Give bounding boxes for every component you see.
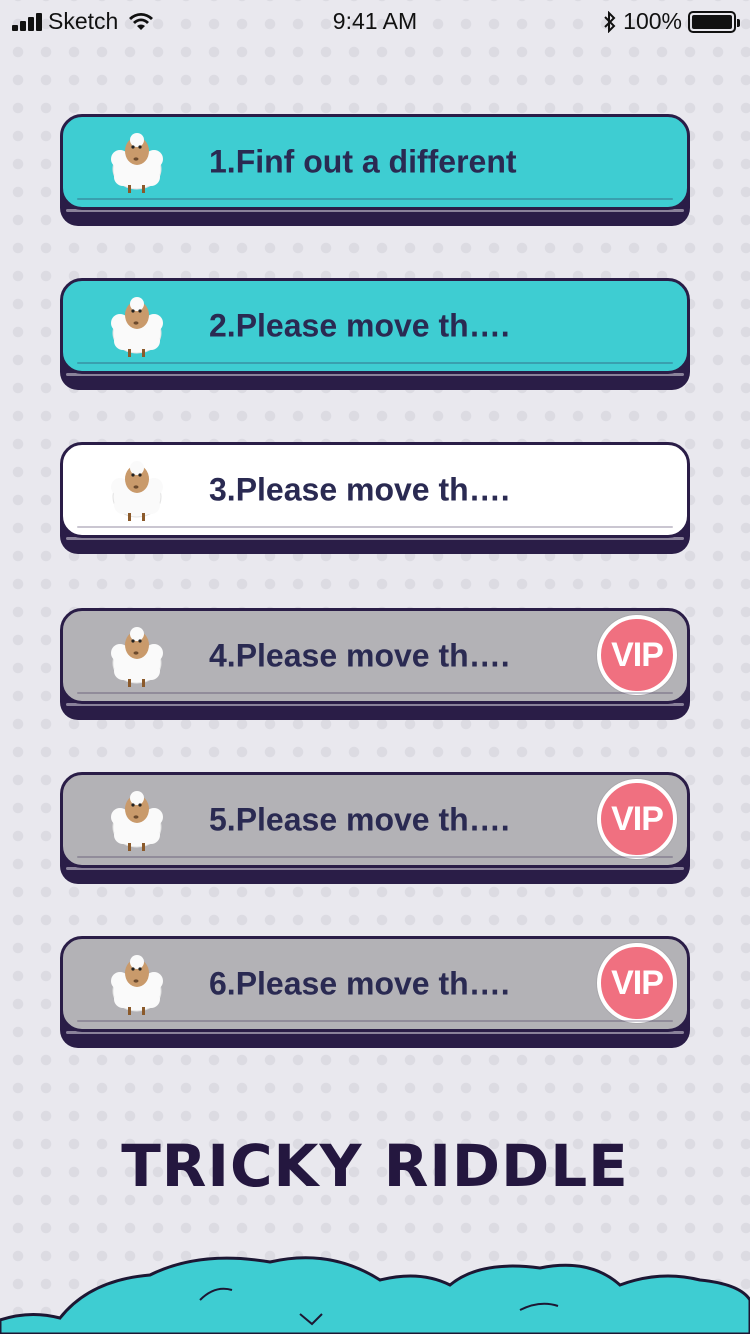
battery-icon — [688, 10, 740, 33]
vip-badge: VIP — [597, 943, 677, 1023]
level-card-1[interactable]: 1.Finf out a different — [60, 114, 690, 228]
level-label: 1.Finf out a different — [209, 143, 517, 180]
bluetooth-icon — [604, 10, 616, 33]
sheep-icon — [107, 787, 167, 853]
level-card-3[interactable]: 3.Please move th…. — [60, 442, 690, 556]
level-card-4[interactable]: 4.Please move th…. VIP — [60, 608, 690, 722]
game-title: TRICKY RIDDLE — [121, 1132, 629, 1200]
vip-badge: VIP — [597, 615, 677, 695]
card-face: 5.Please move th…. VIP — [60, 772, 690, 868]
status-right: 100% — [603, 8, 740, 35]
status-bar: Sketch 9:41 AM 100% — [0, 0, 750, 44]
card-face: 2.Please move th…. — [60, 278, 690, 374]
sheep-icon — [107, 129, 167, 195]
battery-level — [692, 14, 732, 29]
level-label: 5.Please move th…. — [209, 801, 510, 838]
battery-percent: 100% — [623, 8, 682, 34]
card-face: 1.Finf out a different — [60, 114, 690, 210]
sheep-icon — [107, 457, 167, 523]
card-face: 6.Please move th…. VIP — [60, 936, 690, 1032]
level-label: 4.Please move th…. — [209, 637, 510, 674]
sheep-icon — [107, 951, 167, 1017]
level-label: 6.Please move th…. — [209, 965, 510, 1002]
level-label: 3.Please move th…. — [209, 471, 510, 508]
level-label: 2.Please move th…. — [209, 307, 510, 344]
card-face: 3.Please move th…. — [60, 442, 690, 538]
level-card-5[interactable]: 5.Please move th…. VIP — [60, 772, 690, 886]
sheep-icon — [107, 293, 167, 359]
level-card-2[interactable]: 2.Please move th…. — [60, 278, 690, 392]
card-face: 4.Please move th…. VIP — [60, 608, 690, 704]
vip-badge: VIP — [597, 779, 677, 859]
clouds-decoration — [0, 1256, 750, 1334]
sheep-icon — [107, 623, 167, 689]
level-card-6[interactable]: 6.Please move th…. VIP — [60, 936, 690, 1050]
